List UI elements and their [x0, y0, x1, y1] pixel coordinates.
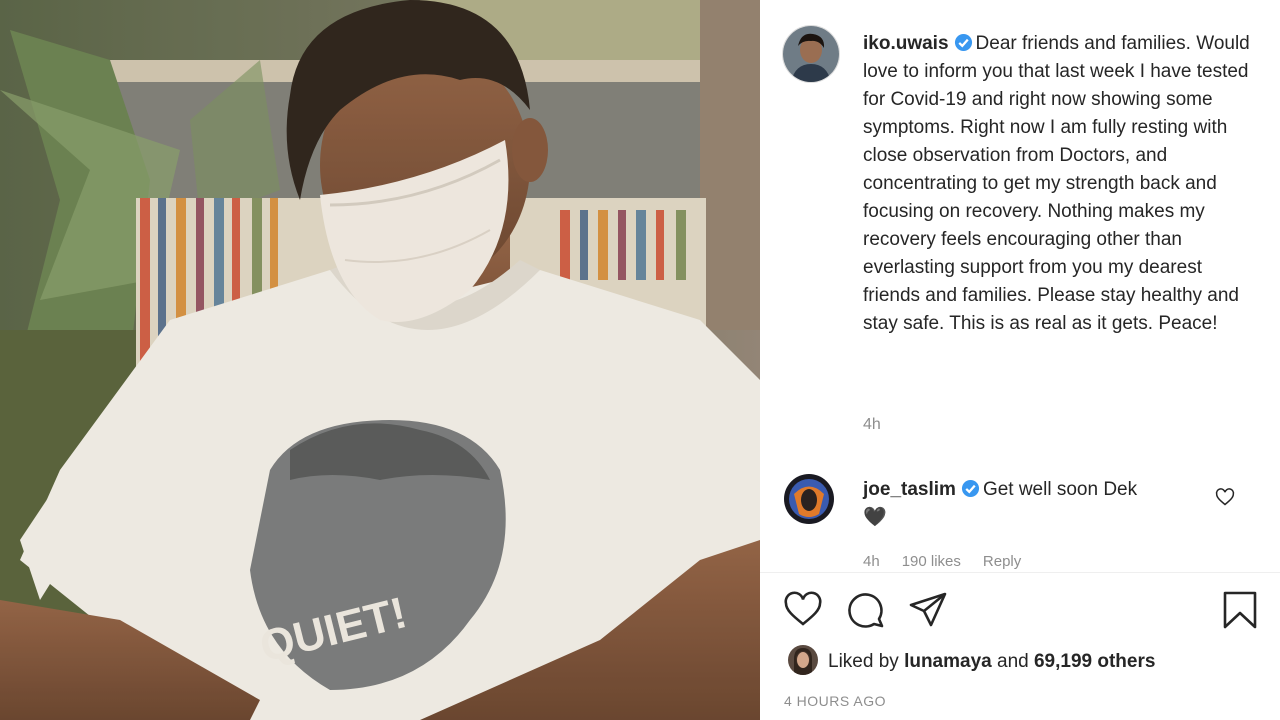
post-caption: iko.uwais Dear friends and families. Woul… [863, 30, 1253, 338]
comment-text: Get well soon Dek [982, 479, 1138, 500]
verified-icon [954, 33, 972, 52]
post-timestamp[interactable]: 4 HOURS AGO [784, 693, 886, 709]
caption-text: Dear friends and families. Would love to… [863, 33, 1250, 334]
likes-prefix: Liked by [828, 651, 899, 672]
comment-like-icon[interactable] [1215, 487, 1235, 507]
divider [760, 572, 1280, 573]
verified-icon [961, 479, 979, 498]
likes-connector: and [997, 651, 1029, 672]
commenter-avatar[interactable] [784, 474, 834, 524]
comment-time[interactable]: 4h [863, 553, 880, 569]
likes-summary: Liked by lunamaya and 69,199 others [828, 650, 1155, 674]
commenter-username[interactable]: joe_taslim [863, 479, 956, 500]
comment-likes[interactable]: 190 likes [902, 553, 961, 569]
author-avatar[interactable] [782, 25, 840, 83]
liker-avatar[interactable] [788, 645, 818, 675]
heart-icon[interactable] [783, 590, 823, 630]
comment-meta: 4h 190 likes Reply [863, 553, 1043, 569]
post-photo[interactable]: QUIET! [0, 0, 760, 720]
bookmark-icon[interactable] [1220, 590, 1260, 630]
comment-emoji: 🖤 [863, 507, 887, 528]
share-icon[interactable] [908, 590, 948, 630]
comment-icon[interactable] [846, 590, 886, 630]
caption-time[interactable]: 4h [863, 416, 881, 434]
reply-button[interactable]: Reply [983, 553, 1021, 569]
comment: joe_taslim Get well soon Dek 🖤 [863, 476, 1203, 532]
author-username[interactable]: iko.uwais [863, 33, 949, 54]
liker-username[interactable]: lunamaya [904, 651, 992, 672]
likes-others[interactable]: 69,199 others [1034, 651, 1155, 672]
photo-illustration: QUIET! [0, 0, 760, 720]
